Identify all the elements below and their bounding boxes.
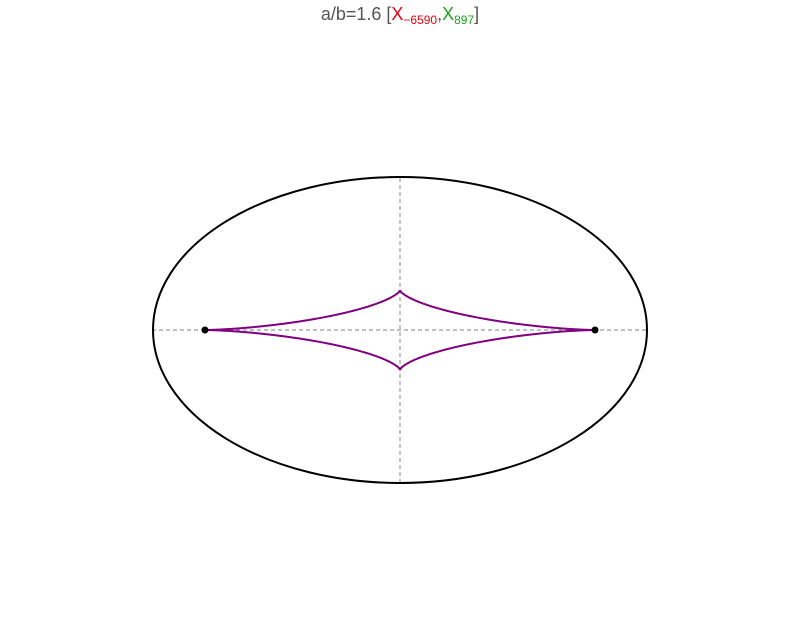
diagram-canvas (152, 176, 648, 484)
left-focus-point (201, 326, 209, 334)
right-focus-point (591, 326, 599, 334)
